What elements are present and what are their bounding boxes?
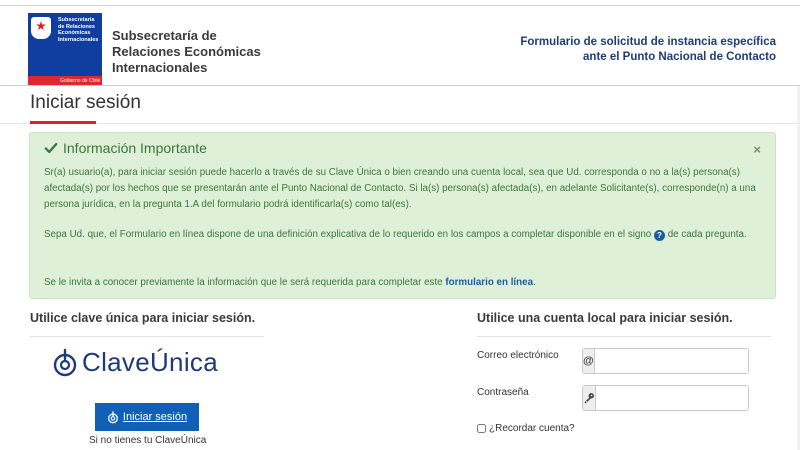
alert-p2-text: Sepa Ud. que, el Formulario en línea dis… bbox=[44, 229, 652, 240]
logo-gov-text: Gobierno de Chile bbox=[60, 78, 101, 84]
password-field[interactable] bbox=[596, 386, 748, 410]
help-icon: ? bbox=[653, 230, 665, 241]
key-icon bbox=[583, 386, 596, 410]
org-name-line: Internacionales bbox=[112, 60, 208, 75]
brand-part-a: Clave bbox=[82, 347, 150, 377]
alert-paragraph-1: Sr(a) usuario(a), para iniciar sesión pu… bbox=[44, 167, 756, 210]
org-name-line: Relaciones Económicas bbox=[112, 44, 261, 59]
email-label: Correo electrónico bbox=[477, 350, 559, 361]
logo-text: Subsecretaría de Relaciones Económicas I… bbox=[58, 17, 99, 43]
alert-p3-text: Se le invita a conocer previamente la in… bbox=[44, 277, 443, 288]
at-sign-icon: @ bbox=[583, 349, 595, 373]
email-field[interactable] bbox=[594, 349, 748, 373]
clave-unica-heading: Utilice clave única para iniciar sesión. bbox=[30, 311, 256, 325]
star-shield-icon bbox=[31, 17, 51, 39]
remember-label: ¿Recordar cuenta? bbox=[489, 423, 575, 434]
brand-part-b: Única bbox=[149, 347, 218, 377]
org-name-line: Subsecretaría de bbox=[112, 28, 217, 43]
clave-unica-wordmark: ClaveÚnica bbox=[82, 347, 218, 378]
alert-paragraph-3: Se le invita a conocer previamente la in… bbox=[44, 275, 764, 291]
form-title: Formulario de solicitud de instancia esp… bbox=[456, 35, 776, 65]
password-input-group bbox=[582, 385, 749, 411]
remember-account[interactable]: ¿Recordar cuenta? bbox=[477, 423, 575, 434]
form-title-line: ante el Punto Nacional de Contacto bbox=[583, 51, 776, 63]
right-divider bbox=[477, 336, 771, 337]
alert-p2-text-end: de cada pregunta. bbox=[667, 229, 747, 240]
clave-unica-login-button[interactable]: Iniciar sesión bbox=[95, 403, 199, 431]
info-alert: Información Importante × Sr(a) usuario(a… bbox=[29, 132, 776, 299]
form-title-line: Formulario de solicitud de instancia esp… bbox=[520, 36, 776, 48]
left-divider bbox=[30, 336, 264, 337]
page-title: Iniciar sesión bbox=[30, 92, 141, 113]
clave-unica-button-icon bbox=[107, 410, 118, 423]
no-account-link[interactable]: Si no tienes tu ClaveÚnica bbox=[89, 435, 206, 446]
checkmark-icon bbox=[44, 142, 58, 154]
government-logo[interactable]: Subsecretaría de Relaciones Económicas I… bbox=[28, 13, 102, 85]
site-header: Subsecretaría de Relaciones Económicas I… bbox=[0, 7, 800, 86]
title-accent-rule bbox=[30, 121, 96, 124]
top-strip bbox=[0, 0, 800, 6]
title-divider bbox=[0, 123, 800, 124]
local-account-heading: Utilice una cuenta local para iniciar se… bbox=[477, 311, 733, 325]
close-icon[interactable]: × bbox=[753, 142, 761, 157]
login-button-label: Iniciar sesión bbox=[122, 411, 188, 423]
email-input-group: @ bbox=[582, 348, 749, 374]
alert-heading: Información Importante bbox=[44, 140, 207, 156]
remember-checkbox[interactable] bbox=[477, 424, 486, 433]
alert-p3-end: . bbox=[533, 277, 536, 288]
alert-heading-text: Información Importante bbox=[63, 140, 207, 156]
form-online-link[interactable]: formulario en línea bbox=[445, 277, 533, 288]
clave-unica-brand-icon bbox=[53, 348, 77, 376]
password-label: Contraseña bbox=[477, 387, 529, 398]
key-icon-svg bbox=[584, 393, 594, 404]
logo-blue-bar bbox=[28, 13, 54, 76]
clave-unica-logo: ClaveÚnica bbox=[52, 347, 218, 378]
organization-name: Subsecretaría de Relaciones Económicas I… bbox=[112, 28, 312, 76]
alert-paragraph-2: Sepa Ud. que, el Formulario en línea dis… bbox=[44, 227, 764, 243]
